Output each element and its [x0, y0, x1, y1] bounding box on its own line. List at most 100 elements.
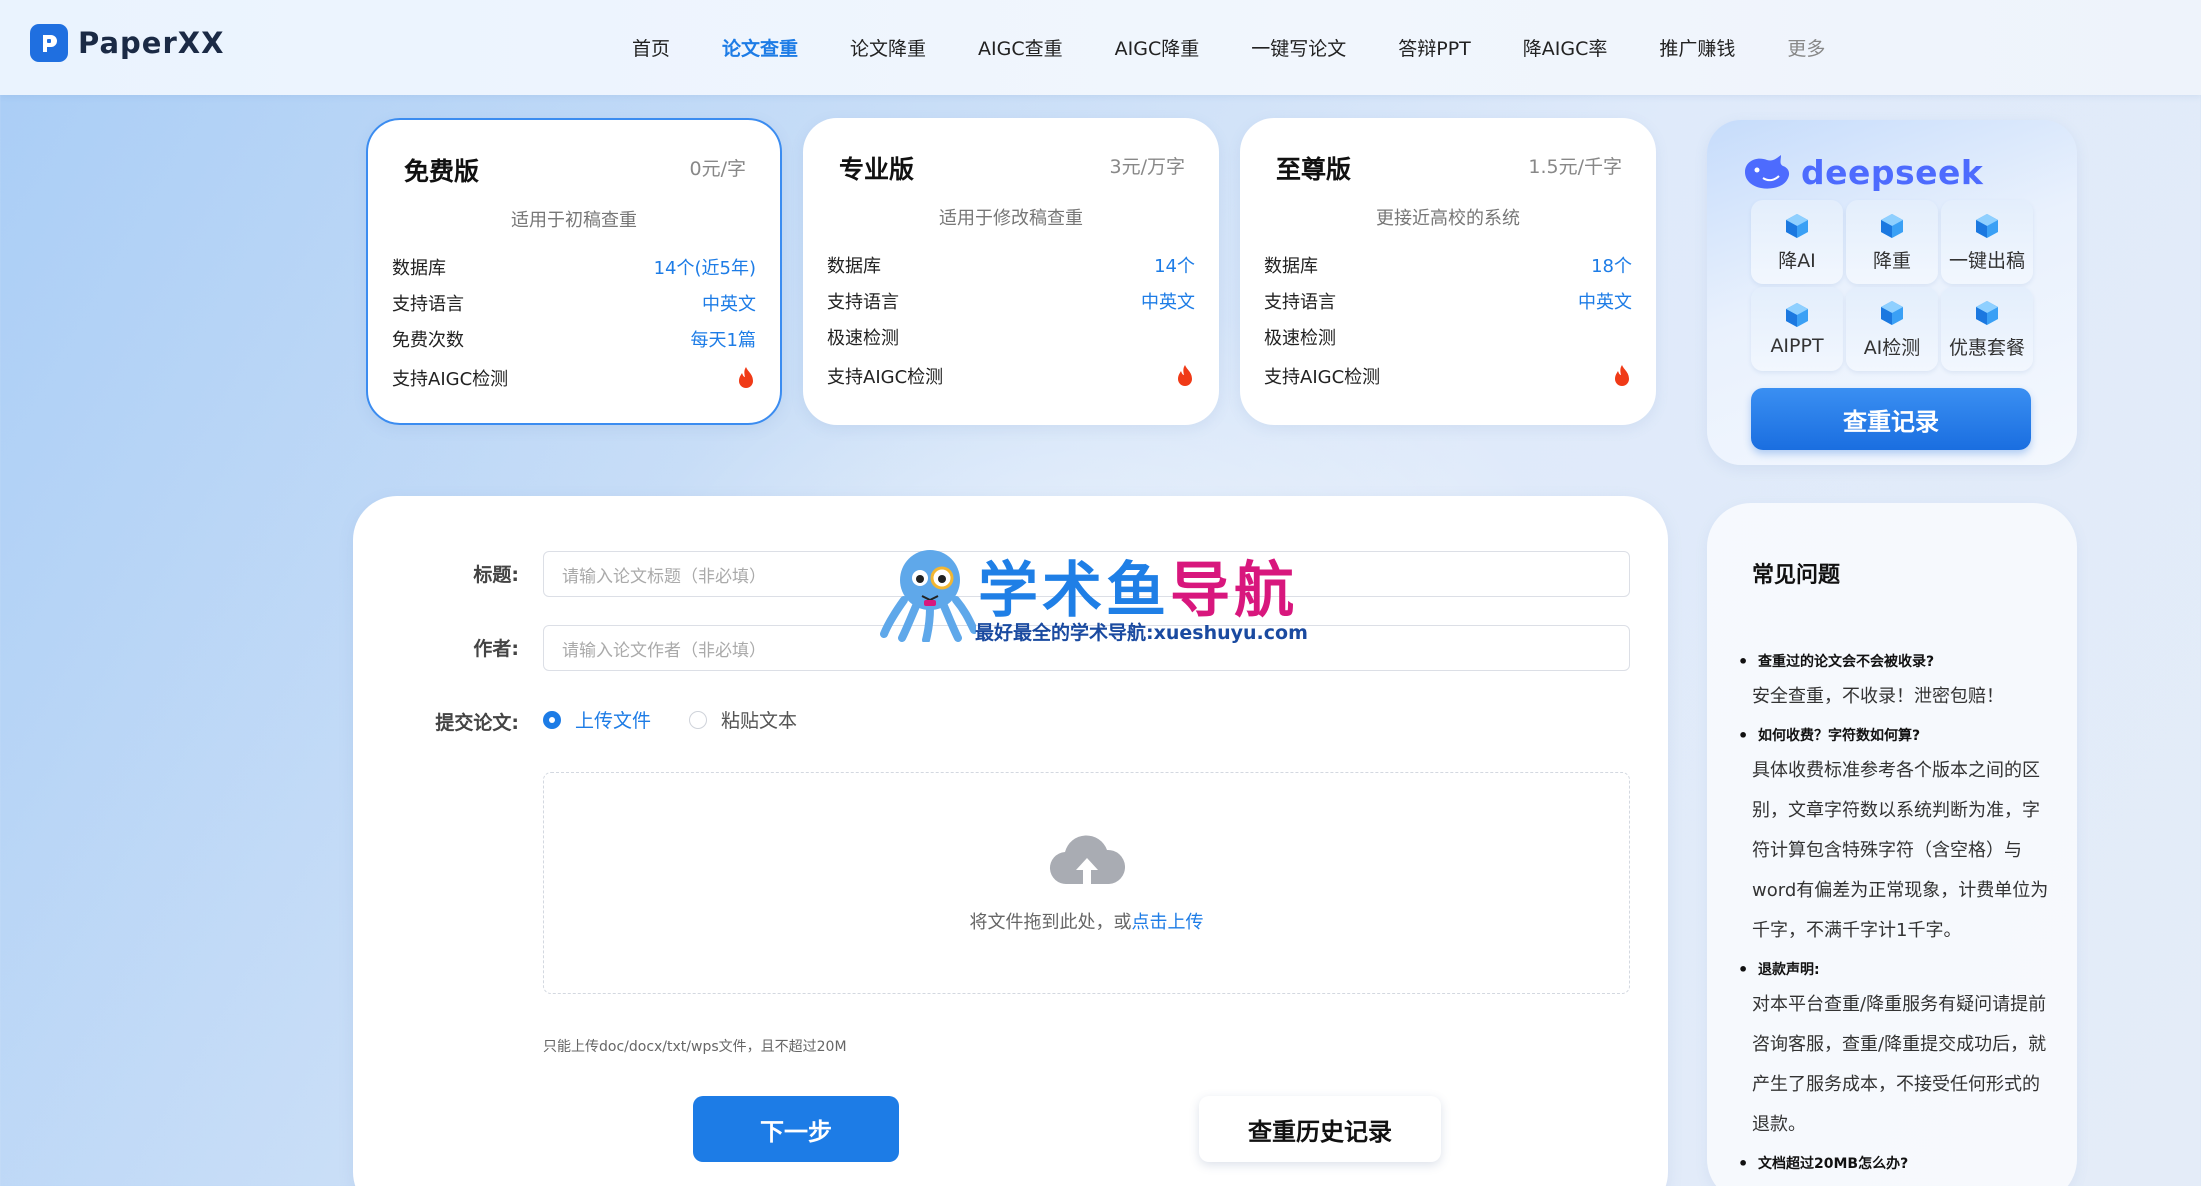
plan-row-language: 支持语言 中英文: [392, 288, 756, 318]
watermark-subtitle: 最好最全的学术导航:xueshuyu.com: [975, 622, 1308, 644]
plan-row-aigc: 支持AIGC检测: [1264, 361, 1632, 391]
row-label: 数据库: [1264, 256, 1318, 277]
row-value: 中英文: [1578, 292, 1632, 313]
plan-row-database: 数据库 14个: [827, 250, 1195, 280]
click-upload-link[interactable]: 点击上传: [1132, 912, 1204, 933]
cube-icon: [1881, 300, 1903, 325]
plan-row-free-times: 免费次数 每天1篇: [392, 324, 756, 354]
fire-icon: [1615, 365, 1629, 386]
tool-label: AI检测: [1863, 336, 1921, 359]
faq-question: 查重过的论文会不会被收录?: [1738, 651, 2052, 673]
cloud-upload-icon: [1049, 835, 1125, 885]
fire-icon: [739, 367, 753, 388]
tool-label: AIPPT: [1770, 335, 1824, 357]
plan-description: 更接近高校的系统: [1376, 208, 1520, 229]
upload-hint: 将文件拖到此处，或点击上传: [970, 908, 1204, 934]
tool-reduce-dup[interactable]: 降重: [1846, 200, 1938, 284]
faq-question: 文档超过20MB怎么办?: [1738, 1153, 2052, 1175]
row-label: 支持语言: [392, 294, 464, 315]
fire-icon: [1178, 365, 1192, 386]
watermark-title-pink: 导航: [1170, 556, 1298, 626]
tool-aippt[interactable]: AIPPT: [1751, 287, 1843, 371]
plan-row-database: 数据库 18个: [1264, 250, 1632, 280]
row-label: 支持AIGC检测: [392, 369, 509, 390]
nav-aigc-check[interactable]: AIGC查重: [978, 34, 1063, 61]
plan-price: 1.5元/千字: [1528, 156, 1622, 178]
nav-defense-ppt[interactable]: 答辩PPT: [1398, 34, 1471, 61]
row-label: 极速检测: [1264, 328, 1336, 349]
radio-upload-file[interactable]: [543, 710, 561, 729]
cube-icon: [1881, 213, 1903, 238]
row-label: 数据库: [392, 258, 446, 279]
nav-write-paper[interactable]: 一键写论文: [1251, 34, 1346, 61]
row-label: 免费次数: [392, 330, 464, 351]
radio-paste-label[interactable]: 粘贴文本: [721, 706, 797, 733]
row-label: 支持AIGC检测: [827, 367, 944, 388]
row-label: 支持语言: [827, 292, 899, 313]
row-label: 极速检测: [827, 328, 899, 349]
tool-label: 一键出稿: [1948, 249, 2025, 272]
plan-row-fast: 极速检测: [1264, 322, 1632, 352]
plan-row-aigc: 支持AIGC检测: [827, 361, 1195, 391]
nav-plagiarism-check[interactable]: 论文查重: [722, 34, 798, 61]
plan-price: 3元/万字: [1109, 156, 1186, 178]
faq-answer: 安全查重，不收录！泄密包赔！: [1752, 686, 2004, 707]
octopus-mascot-icon: [880, 550, 976, 642]
nav-home[interactable]: 首页: [632, 34, 670, 61]
plan-name: 专业版: [839, 155, 915, 184]
row-value: 14个(近5年): [653, 258, 756, 279]
upload-dropzone[interactable]: 将文件拖到此处，或点击上传: [543, 772, 1630, 994]
faq-answer: 具体收费标准参考各个版本之间的区别，文章字符数以系统判断为准，字符计算包含特殊字…: [1752, 760, 2049, 941]
nav-aigc-reduce[interactable]: AIGC降重: [1115, 34, 1200, 61]
faq-question: 如何收费？字符数如何算?: [1738, 725, 2052, 747]
xueshuyu-watermark: 学术鱼导航 最好最全的学术导航:xueshuyu.com: [880, 542, 1320, 646]
tool-ai-detect[interactable]: AI检测: [1846, 287, 1938, 371]
deepseek-panel: deepseek 降AI 降重 一键出稿 AIPPT AI检测 优惠套餐 查重记…: [1707, 120, 2077, 465]
tool-one-click-draft[interactable]: 一键出稿: [1941, 200, 2033, 284]
check-record-button[interactable]: 查重记录: [1751, 388, 2031, 450]
radio-upload-label[interactable]: 上传文件: [575, 706, 651, 733]
submit-paper-label: 提交论文:: [435, 712, 519, 734]
row-value: 18个: [1591, 256, 1632, 277]
nav-rewrite[interactable]: 论文降重: [850, 34, 926, 61]
cube-icon: [1786, 213, 1808, 238]
cube-icon: [1976, 300, 1998, 325]
tool-grid: 降AI 降重 一键出稿 AIPPT AI检测 优惠套餐: [1751, 200, 2033, 371]
deepseek-text: deepseek: [1801, 152, 1984, 192]
nav-reduce-aigc-rate[interactable]: 降AIGC率: [1523, 34, 1608, 61]
row-label: 支持语言: [1264, 292, 1336, 313]
logo-text: PaperXX: [78, 26, 225, 60]
row-value: 每天1篇: [690, 330, 756, 351]
author-label: 作者:: [473, 638, 519, 660]
plan-row-aigc: 支持AIGC检测: [392, 363, 756, 393]
next-step-button[interactable]: 下一步: [693, 1096, 899, 1162]
plan-card-free[interactable]: 免费版 0元/字 适用于初稿查重 数据库 14个(近5年) 支持语言 中英文 免…: [366, 118, 782, 425]
cube-icon: [1786, 303, 1808, 327]
faq-question: 退款声明:: [1738, 959, 2052, 981]
faq-panel: 常见问题 查重过的论文会不会被收录? 安全查重，不收录！泄密包赔！ 如何收费？字…: [1707, 503, 2077, 1186]
tool-label: 降AI: [1778, 249, 1816, 272]
nav-more[interactable]: 更多: [1787, 34, 1825, 61]
title-label: 标题:: [473, 564, 519, 586]
faq-list: 查重过的论文会不会被收录? 安全查重，不收录！泄密包赔！ 如何收费？字符数如何算…: [1738, 643, 2052, 1175]
radio-paste-text[interactable]: [689, 710, 708, 729]
history-button[interactable]: 查重历史记录: [1199, 1096, 1441, 1162]
row-label: 支持AIGC检测: [1264, 367, 1381, 388]
faq-title: 常见问题: [1752, 563, 1841, 588]
tool-discount-bundle[interactable]: 优惠套餐: [1941, 287, 2033, 371]
plan-description: 适用于修改稿查重: [939, 208, 1083, 229]
site-logo[interactable]: PaperXX: [30, 24, 225, 62]
tool-reduce-ai[interactable]: 降AI: [1751, 200, 1843, 284]
plan-row-fast: 极速检测: [827, 322, 1195, 352]
plan-name: 免费版: [404, 157, 480, 186]
row-value: 14个: [1154, 256, 1195, 277]
upload-note: 只能上传doc/docx/txt/wps文件，且不超过20M: [543, 1039, 847, 1055]
tool-label: 优惠套餐: [1948, 336, 2025, 359]
plan-card-pro[interactable]: 专业版 3元/万字 适用于修改稿查重 数据库 14个 支持语言 中英文 极速检测…: [803, 118, 1219, 425]
plan-card-premium[interactable]: 至尊版 1.5元/千字 更接近高校的系统 数据库 18个 支持语言 中英文 极速…: [1240, 118, 1656, 425]
main-nav: 首页 论文查重 论文降重 AIGC查重 AIGC降重 一键写论文 答辩PPT 降…: [632, 0, 1877, 95]
faq-answer: 对本平台查重/降重服务有疑问请提前咨询客服，查重/降重提交成功后，就产生了服务成…: [1752, 994, 2047, 1135]
row-label: 数据库: [827, 256, 881, 277]
watermark-title: 学术鱼导航: [978, 542, 1298, 629]
nav-referral[interactable]: 推广赚钱: [1659, 34, 1735, 61]
